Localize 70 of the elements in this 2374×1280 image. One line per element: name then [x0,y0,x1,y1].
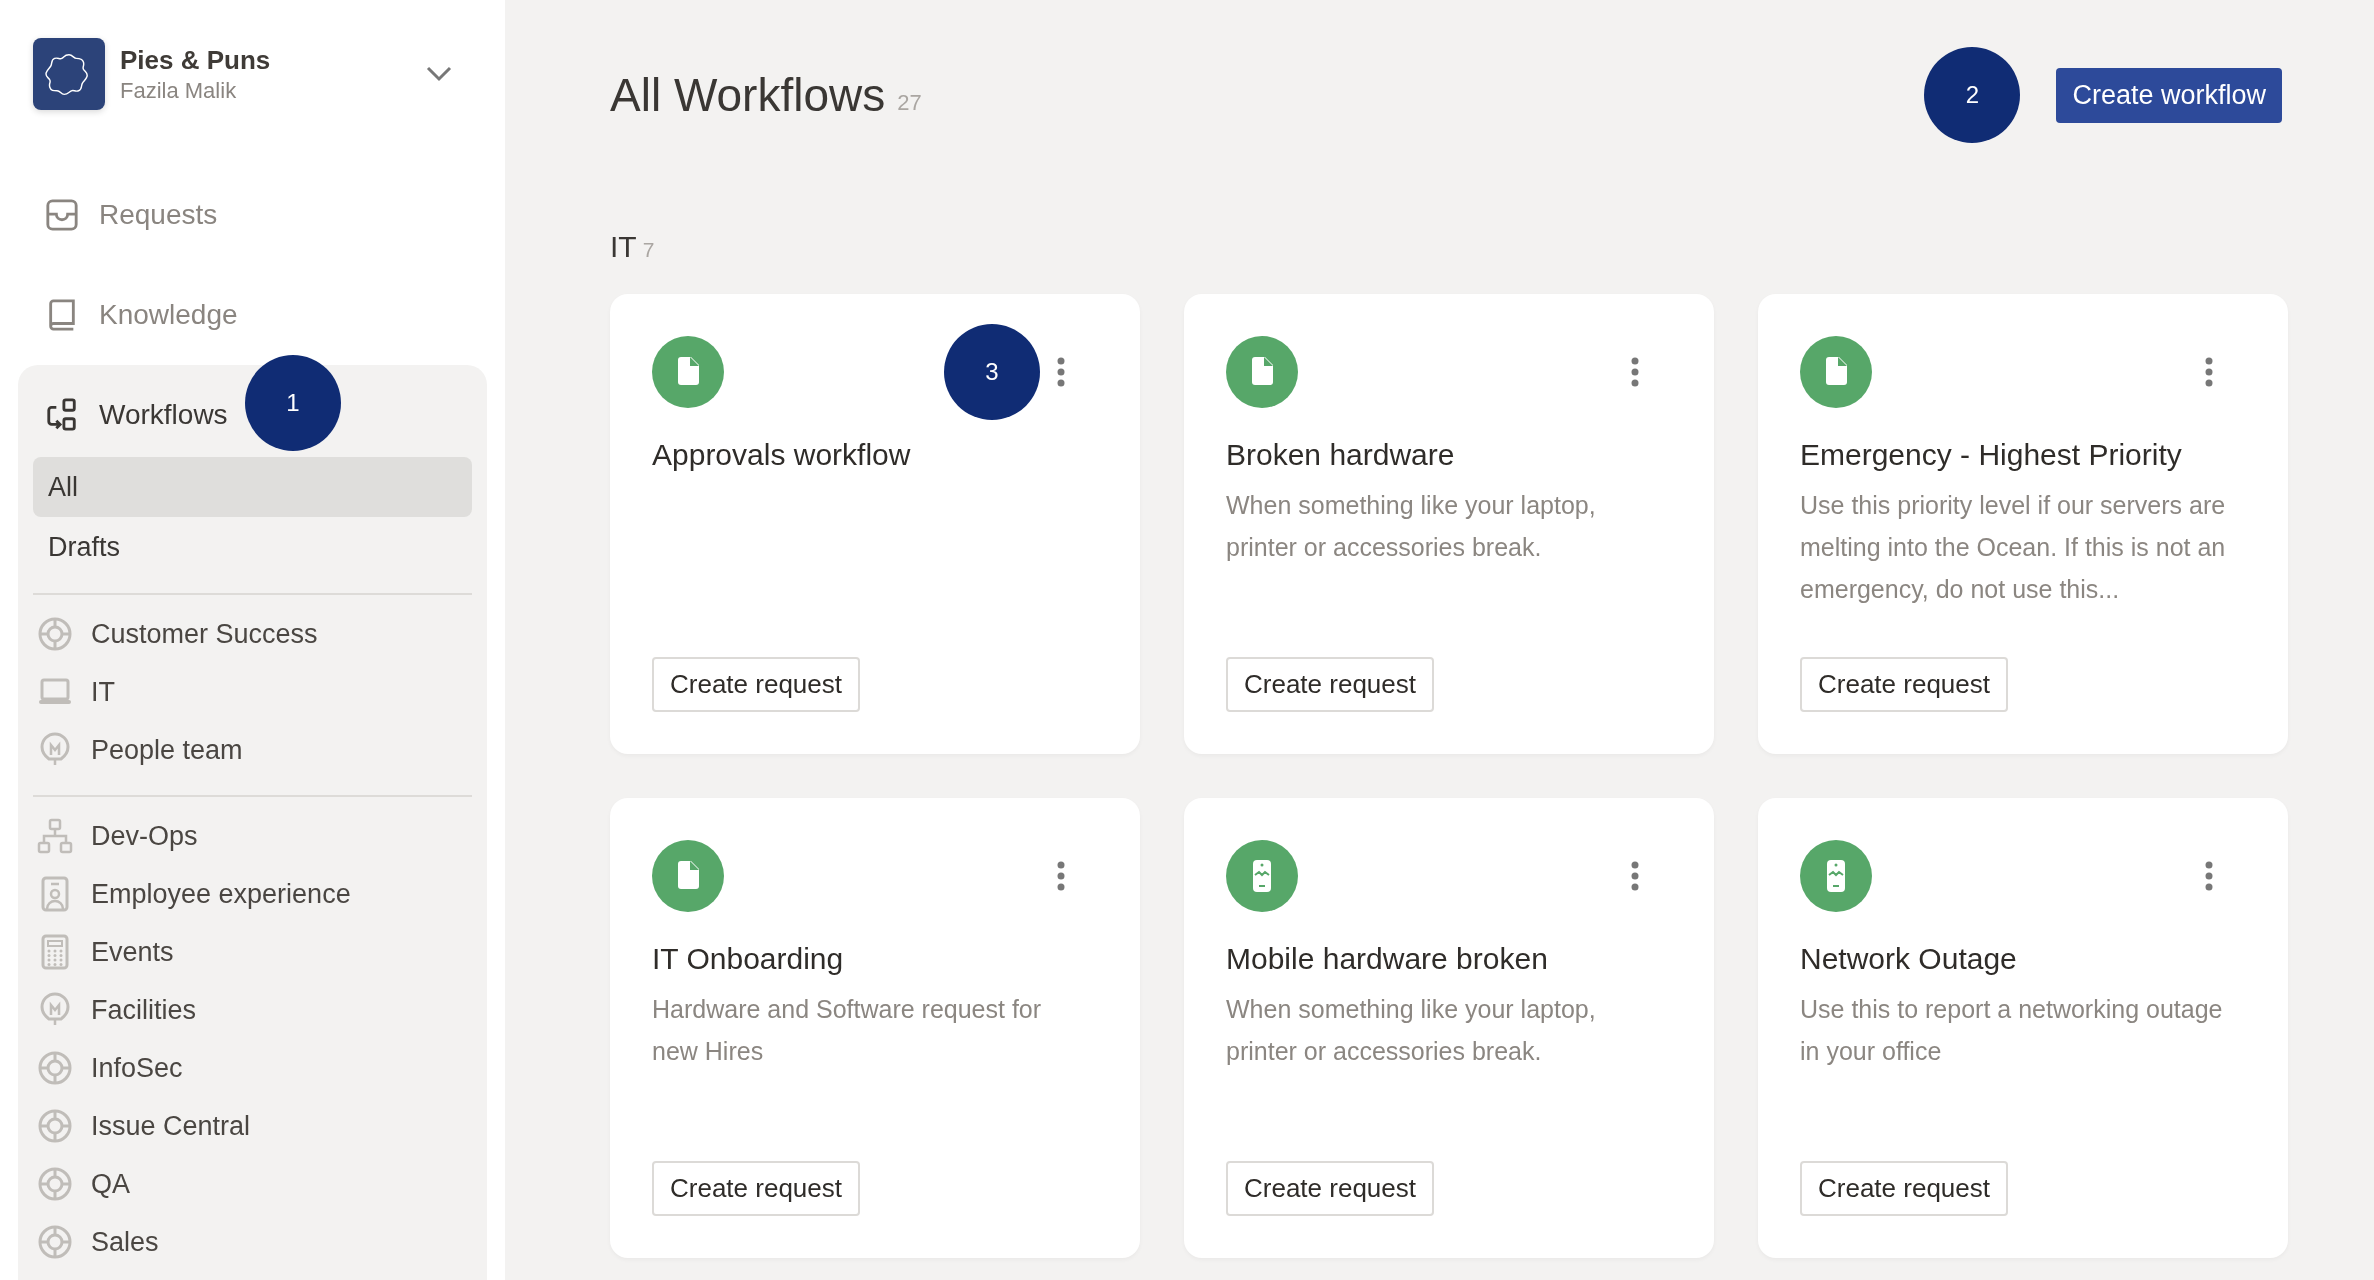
lifebuoy-icon [37,1108,73,1144]
workspace-name: Pies & Puns [120,44,272,76]
lifebuoy-icon [37,1050,73,1086]
nav-item[interactable]: Workflows [33,373,240,457]
card-title: Mobile hardware broken [1226,942,1549,976]
workflow-view-item[interactable]: All [33,457,472,517]
team-item[interactable]: Dev-Ops [91,820,198,852]
card-description: When something like your laptop, printer or accessories break. [1226,994,1597,1067]
section-count: 7 [642,238,655,262]
step-marker: 2 [1924,47,2021,143]
broken-phone-icon [1226,840,1298,912]
card-title: Network Outage [1800,942,2018,976]
user-name: Fazila Malik [120,77,238,104]
team-item[interactable]: People team [91,734,243,766]
card-title: Broken hardware [1226,438,1456,472]
card-description: When something like your laptop, printer or accessories break. [1226,490,1597,563]
broken-phone-icon [1800,840,1872,912]
lifebuoy-icon [37,1166,73,1202]
document-icon [652,840,724,912]
team-item[interactable]: IT [91,676,115,708]
lifebuoy-icon [37,616,73,652]
chevron-down-icon[interactable] [426,66,452,82]
nav-item[interactable]: Requests [18,165,245,265]
workflow-card[interactable]: 3 Approvals workflow Create request [610,294,1140,754]
team-item[interactable]: InfoSec [91,1052,183,1084]
team-item[interactable]: Sales [91,1226,159,1258]
step-marker: 3 [944,324,1040,420]
document-icon [1800,336,1872,408]
team-item[interactable]: Issue Central [91,1110,251,1142]
create-request-button[interactable]: Create request [1226,657,1434,712]
network-icon [37,818,73,854]
card-description: Hardware and Software request for new Hires [652,994,1043,1067]
more-options-icon[interactable] [1630,357,1640,387]
section-title: IT [610,230,637,264]
card-title: Approvals workflow [652,438,912,472]
workflow-card[interactable]: Broken hardware When something like your laptop, printer or accessories break. Create request [1184,294,1714,754]
card-description: Use this priority level if our servers are melting into the Ocean. If this is not an emergency, do not use this... [1800,490,2227,605]
create-request-button[interactable]: Create request [652,657,860,712]
workflow-card[interactable]: IT Onboarding Hardware and Software request for new Hires Create request [610,798,1140,1258]
workflow-icon [45,398,79,432]
card-title: IT Onboarding [652,942,845,976]
card-description: Use this to report a networking outage in your office [1800,994,2224,1067]
document-icon [652,336,724,408]
more-options-icon[interactable] [2204,357,2214,387]
workflow-card[interactable]: Emergency - Highest Priority Use this priority level if our servers are melting into the Ocean. If this is not an emergency, do not use this... Create request [1758,294,2288,754]
team-item[interactable]: Customer Success [91,618,318,650]
create-request-button[interactable]: Create request [1226,1161,1434,1216]
workflow-count: 27 [897,90,922,116]
more-options-icon[interactable] [1630,861,1640,891]
more-options-icon[interactable] [1056,861,1066,891]
create-workflow-button[interactable]: Create workflow [2056,67,2282,123]
card-title: Emergency - Highest Priority [1800,438,2183,472]
create-request-button[interactable]: Create request [1800,657,2008,712]
team-item[interactable]: QA [91,1168,130,1200]
document-icon [1226,336,1298,408]
team-item[interactable]: Events [91,936,174,968]
workflow-card[interactable]: Network Outage Use this to report a networking outage in your office Create request [1758,798,2288,1258]
team-item[interactable]: Facilities [91,994,197,1026]
inbox-icon [45,198,79,232]
workflow-view-item[interactable]: Drafts [33,517,472,577]
more-options-icon[interactable] [2204,861,2214,891]
lifebuoy-icon [37,1224,73,1260]
step-marker: 1 [245,355,341,451]
workflow-card[interactable]: Mobile hardware broken When something like your laptop, printer or accessories break. Create request [1184,798,1714,1258]
create-request-button[interactable]: Create request [1800,1161,2008,1216]
more-options-icon[interactable] [1056,357,1066,387]
create-request-button[interactable]: Create request [652,1161,860,1216]
workspace-logo [33,38,105,110]
team-item[interactable]: Employee experience [91,878,351,910]
page-title: All Workflows [610,68,886,122]
